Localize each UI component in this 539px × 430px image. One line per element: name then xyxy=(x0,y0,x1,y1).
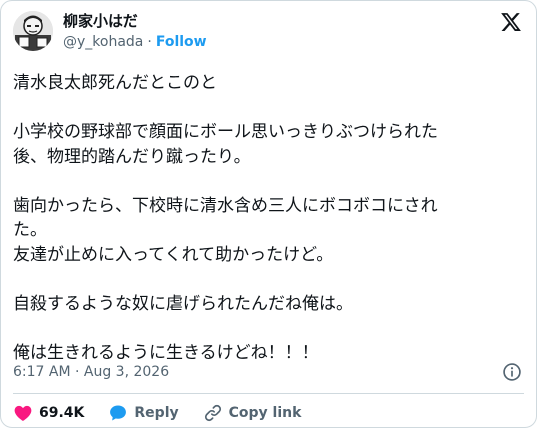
reply-label: Reply xyxy=(134,405,179,421)
action-bar: 69.4K Reply Copy link xyxy=(13,401,325,425)
separator-dot: · xyxy=(147,34,152,50)
tweet-line: 自殺するような奴に虐げられたんだね俺は。 xyxy=(13,293,353,314)
link-icon xyxy=(204,404,221,422)
avatar-illustration xyxy=(13,11,53,51)
tweet-card: 柳家小はだ @y_kohada · Follow 清水良太郎死んだとこのと 小学校の… xyxy=(0,0,537,428)
like-count: 69.4K xyxy=(39,405,85,421)
tweet-text: 清水良太郎死んだとこのと 小学校の野球部で顔面にボール思いっきりぶつけられた 後… xyxy=(13,71,525,365)
tweet-line: 小学校の野球部で顔面にボール思いっきりぶつけられた xyxy=(13,122,438,142)
tweet-line: 俺は生きれるように生きるけどね！！！ xyxy=(13,342,319,363)
author-name[interactable]: 柳家小はだ xyxy=(63,12,138,30)
avatar[interactable] xyxy=(13,11,53,51)
author-handle[interactable]: @y_kohada xyxy=(63,34,143,50)
reply-button[interactable]: Reply xyxy=(108,403,179,423)
author-handle-row: @y_kohada · Follow xyxy=(63,33,207,51)
tweet-line: た。 xyxy=(13,220,47,240)
copy-link-label: Copy link xyxy=(228,405,302,421)
info-icon[interactable] xyxy=(502,362,522,382)
tweet-timestamp[interactable]: 6:17 AM · Aug 3, 2026 xyxy=(13,363,169,381)
x-logo-icon[interactable] xyxy=(500,11,522,33)
divider xyxy=(13,393,524,394)
tweet-line: 友達が止めに入ってくれて助かったけど。 xyxy=(13,244,334,265)
like-button[interactable]: 69.4K xyxy=(13,403,84,423)
tweet-line: 歯向かったら、下校時に清水含め三人にボコボコにされ xyxy=(13,195,438,216)
speech-bubble-icon xyxy=(110,405,127,421)
tweet-line: 後、物理的踏んだり蹴ったり。 xyxy=(13,146,251,167)
follow-button[interactable]: Follow xyxy=(156,34,207,50)
copy-link-button[interactable]: Copy link xyxy=(203,403,302,423)
tweet-line: 清水良太郎死んだとこのと xyxy=(13,73,217,93)
heart-icon xyxy=(14,405,32,421)
